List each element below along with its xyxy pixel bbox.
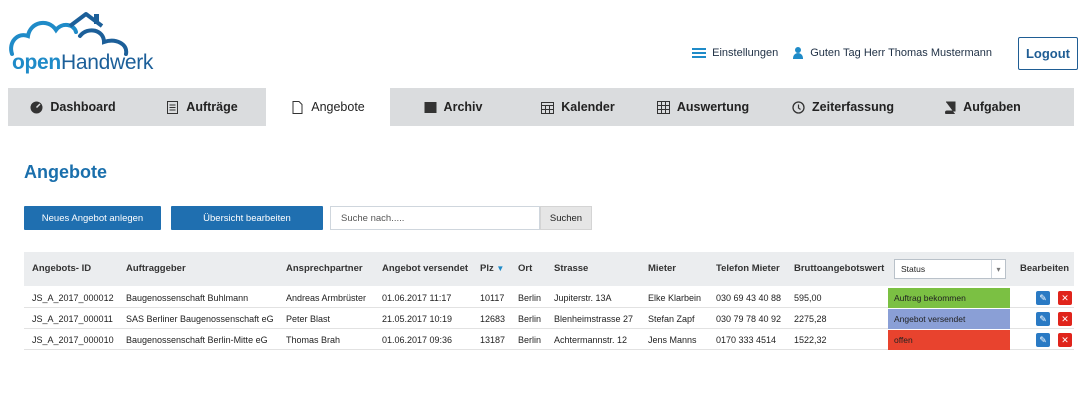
clock-icon (792, 100, 805, 114)
cell-city: Berlin (518, 293, 542, 303)
cell-plz: 10117 (480, 293, 505, 303)
tab-kalender[interactable]: Kalender (516, 88, 640, 126)
logo[interactable]: openHandwerk (8, 8, 153, 78)
cell-phone: 030 79 78 40 92 (716, 314, 782, 324)
archive-icon (424, 101, 437, 114)
col-header-tenant[interactable]: Mieter (648, 263, 676, 274)
cell-plz: 13187 (480, 335, 506, 345)
col-header-street[interactable]: Strasse (554, 263, 588, 274)
table-row[interactable]: JS_A_2017_000011 SAS Berliner Baugenosse… (24, 309, 1074, 329)
col-header-gross[interactable]: Bruttoangebotswert (794, 263, 884, 274)
col-header-phone[interactable]: Telefon Mieter (716, 263, 780, 274)
delete-icon[interactable]: ✕ (1058, 312, 1072, 326)
cell-gross: 595,00 (794, 293, 822, 303)
tab-archiv[interactable]: Archiv (390, 88, 516, 126)
cell-id: JS_A_2017_000012 (32, 293, 114, 303)
cell-client: Baugenossenschaft Buhlmann (126, 293, 249, 303)
plz-label: Plz (480, 263, 494, 274)
header: openHandwerk Einstellungen Guten Tag Her… (0, 0, 1082, 86)
cell-tenant: Jens Manns (648, 335, 697, 345)
search-input[interactable]: Suche nach..... (330, 206, 540, 230)
edit-overview-button[interactable]: Übersicht bearbeiten (171, 206, 323, 230)
col-header-edit: Bearbeiten (1020, 263, 1070, 274)
cell-gross: 2275,28 (794, 314, 827, 324)
tab-aufgaben[interactable]: Aufgaben (920, 88, 1044, 126)
delete-icon[interactable]: ✕ (1058, 291, 1072, 305)
cell-phone: 030 69 43 40 88 (716, 293, 782, 303)
cell-sent: 01.06.2017 11:17 (382, 293, 452, 303)
calendar-icon (541, 101, 555, 114)
col-header-client[interactable]: Auftraggeber (126, 263, 186, 274)
dashboard-icon (30, 101, 43, 114)
cell-city: Berlin (518, 335, 542, 345)
logo-text: openHandwerk (12, 51, 154, 74)
col-header-sent[interactable]: Angebot versendet (382, 263, 468, 274)
tab-zeiterfassung[interactable]: Zeiterfassung (766, 88, 920, 126)
edit-icon[interactable]: ✎ (1036, 333, 1050, 347)
top-right-bar: Einstellungen Guten Tag Herr Thomas Must… (692, 36, 1082, 70)
cell-street: Blenheimstrasse 27 (554, 314, 634, 324)
cell-phone: 0170 333 4514 (716, 335, 777, 345)
cell-tenant: Elke Klarbein (648, 293, 702, 303)
cell-gross: 1522,32 (794, 335, 827, 345)
cell-plz: 12683 (480, 314, 506, 324)
menu-icon (692, 48, 707, 58)
user-greeting: Guten Tag Herr Thomas Mustermann (792, 47, 992, 59)
tab-angebote[interactable]: Angebote (266, 88, 390, 126)
col-header-plz[interactable]: Plz ▼ (480, 263, 504, 274)
edit-icon[interactable]: ✎ (1036, 312, 1050, 326)
cell-sent: 01.06.2017 09:36 (382, 335, 453, 345)
status-select-value: Status (901, 264, 926, 274)
cell-id: JS_A_2017_000011 (32, 314, 113, 324)
greeting-text: Guten Tag Herr Thomas Mustermann (810, 47, 992, 59)
col-header-city[interactable]: Ort (518, 263, 532, 274)
main-nav: Dashboard Aufträge Angebote Archiv Kalen… (8, 88, 1074, 126)
user-icon (792, 47, 804, 59)
cell-street: Jupiterstr. 13A (554, 293, 612, 303)
cell-contact: Peter Blast (286, 314, 331, 324)
settings-link[interactable]: Einstellungen (692, 47, 778, 59)
settings-label: Einstellungen (712, 47, 779, 59)
cell-client: Baugenossenschaft Berlin-Mitte eG (126, 335, 268, 345)
spreadsheet-icon (656, 100, 670, 114)
page-title: Angebote (24, 162, 107, 182)
cell-city: Berlin (518, 314, 542, 324)
cell-street: Achtermannstr. 12 (554, 335, 628, 345)
document-list-icon (166, 100, 179, 114)
cell-contact: Thomas Brah (286, 335, 341, 345)
table-row[interactable]: JS_A_2017_000010 Baugenossenschaft Berli… (24, 330, 1074, 350)
table-row[interactable]: JS_A_2017_000012 Baugenossenschaft Buhlm… (24, 288, 1074, 308)
status-badge: Angebot versendet (888, 309, 1010, 329)
main-content: Angebote Neues Angebot anlegen Übersicht… (8, 126, 1074, 397)
cell-contact: Andreas Armbrüster (286, 293, 367, 303)
col-header-id[interactable]: Angebots- ID (32, 263, 91, 274)
new-offer-button[interactable]: Neues Angebot anlegen (24, 206, 161, 230)
tab-auswertung[interactable]: Auswertung (640, 88, 766, 126)
document-icon (291, 100, 304, 114)
edit-icon[interactable]: ✎ (1036, 291, 1050, 305)
status-badge: offen (888, 330, 1010, 350)
cell-id: JS_A_2017_000010 (32, 335, 114, 345)
status-filter-select[interactable]: Status ▾ (894, 259, 1006, 279)
search-button[interactable]: Suchen (540, 206, 592, 230)
cell-sent: 21.05.2017 10:19 (382, 314, 453, 324)
tab-auftraege[interactable]: Aufträge (138, 88, 266, 126)
cell-client: SAS Berliner Baugenossenschaft eG (126, 314, 274, 324)
col-header-contact[interactable]: Ansprechpartner (286, 263, 363, 274)
book-icon (943, 101, 956, 114)
status-badge: Auftrag bekommen (888, 288, 1010, 308)
sort-desc-icon: ▼ (496, 264, 505, 273)
delete-icon[interactable]: ✕ (1058, 333, 1072, 347)
cell-tenant: Stefan Zapf (648, 314, 695, 324)
logout-button[interactable]: Logout (1018, 36, 1078, 70)
chevron-down-icon: ▾ (991, 260, 1005, 278)
tab-dashboard[interactable]: Dashboard (8, 88, 138, 126)
